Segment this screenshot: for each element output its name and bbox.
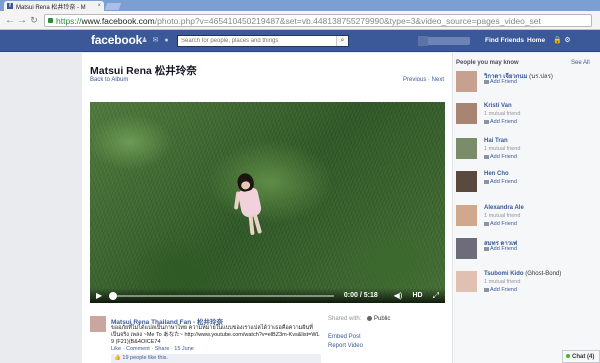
add-friend-icon — [484, 221, 489, 226]
list-item: สมทร ดาวเพ่ Add Friend — [456, 238, 596, 266]
list-item: Alexandra Ale 1 mutual friend Add Friend — [456, 205, 596, 233]
seek-knob[interactable] — [108, 291, 117, 300]
reload-icon[interactable]: ↻ — [28, 15, 40, 26]
facebook-top-bar: facebook ♟ ✉ ● ⌕ Find Friends Home 🔒 ⚙ — [0, 30, 600, 52]
person-name[interactable]: Hai Tran — [484, 138, 508, 144]
pymk-title: People you may know — [456, 60, 519, 66]
friend-requests-icon[interactable]: ♟ — [141, 37, 148, 44]
post-actions[interactable]: Like · Comment · Share · 15 June — [111, 346, 194, 352]
add-friend-icon — [484, 246, 489, 251]
volume-icon[interactable]: ◀) — [394, 291, 406, 300]
facebook-logo[interactable]: facebook — [91, 33, 142, 47]
video-player[interactable]: ▶ 0:00 / 5:18 ◀) HD ⤢ — [90, 102, 445, 303]
search-icon[interactable]: ⌕ — [336, 36, 348, 46]
add-friend-button[interactable]: Add Friend — [484, 179, 517, 185]
avatar[interactable] — [456, 103, 477, 124]
avatar[interactable] — [456, 271, 477, 292]
hd-toggle[interactable]: HD — [412, 292, 422, 299]
add-friend-icon — [484, 154, 489, 159]
notifications-icon[interactable]: ● — [163, 37, 170, 44]
person-name[interactable]: Tsubomi Kido (Ghost-Bond) — [484, 271, 561, 277]
mutual-friends[interactable]: 1 mutual friend — [484, 279, 520, 285]
avatar[interactable] — [456, 238, 477, 259]
avatar[interactable] — [456, 171, 477, 192]
video-controls: ▶ 0:00 / 5:18 ◀) HD ⤢ — [90, 288, 445, 303]
embed-post-link[interactable]: Embed Post — [328, 334, 361, 340]
fullscreen-icon[interactable]: ⤢ — [433, 291, 439, 301]
previous-next-links[interactable]: Previous · Next — [403, 77, 444, 83]
globe-icon — [367, 316, 372, 321]
facebook-favicon-icon: f — [7, 3, 13, 9]
search-input[interactable] — [178, 38, 336, 44]
person-name[interactable]: Kristi Van — [484, 103, 512, 109]
tab-title: Matsui Rena 松井玲奈 - M — [16, 4, 86, 11]
add-friend-button[interactable]: Add Friend — [484, 154, 517, 160]
add-friend-icon — [484, 179, 489, 184]
back-arrow-icon[interactable]: ← — [4, 15, 16, 26]
lock-icon — [48, 18, 53, 23]
likes-count[interactable]: 👍 19 people like this. — [111, 354, 321, 363]
people-you-may-know: People you may know See All วิกาดา เจียว… — [452, 53, 600, 363]
play-icon[interactable]: ▶ — [96, 291, 106, 300]
messages-icon[interactable]: ✉ — [152, 37, 159, 44]
mutual-friends[interactable]: 1 mutual friend — [484, 146, 520, 152]
photo-viewer: Matsui Rena 松井玲奈 Back to Album Previous … — [82, 53, 452, 363]
list-item: Hen Cho Add Friend — [456, 171, 596, 199]
tab-close-icon[interactable]: × — [97, 3, 101, 9]
see-all-link[interactable]: See All — [571, 60, 590, 66]
audience-public[interactable]: Public — [367, 316, 390, 322]
add-friend-button[interactable]: Add Friend — [484, 221, 517, 227]
search-box: ⌕ — [177, 35, 349, 47]
avatar[interactable] — [456, 205, 477, 226]
shared-with-label: Shared with: — [328, 316, 362, 322]
online-dot-icon — [566, 354, 570, 358]
mutual-friends[interactable]: 1 mutual friend — [484, 111, 520, 117]
add-friend-icon — [484, 119, 489, 124]
address-bar[interactable]: https://www.facebook.com/photo.php?v=465… — [44, 14, 592, 27]
add-friend-icon — [484, 287, 489, 292]
avatar[interactable] — [90, 316, 106, 332]
browser-toolbar: ← → ↻ https://www.facebook.com/photo.php… — [0, 11, 600, 30]
account-settings-icon[interactable]: ⚙ — [564, 37, 571, 44]
add-friend-button[interactable]: Add Friend — [484, 246, 517, 252]
browser-tabstrip: f Matsui Rena 松井玲奈 - M × — [0, 0, 600, 11]
add-friend-icon — [484, 79, 489, 84]
add-friend-button[interactable]: Add Friend — [484, 119, 517, 125]
list-item: Kristi Van 1 mutual friend Add Friend — [456, 103, 596, 131]
privacy-shortcuts-icon[interactable]: 🔒 — [553, 37, 562, 44]
avatar[interactable] — [456, 138, 477, 159]
video-time: 0:00 / 5:18 — [343, 292, 378, 299]
avatar[interactable] — [456, 71, 477, 92]
add-friend-button[interactable]: Add Friend — [484, 287, 517, 293]
new-tab-button[interactable] — [104, 3, 122, 10]
list-item: Hai Tran 1 mutual friend Add Friend — [456, 138, 596, 166]
report-video-link[interactable]: Report Video — [328, 343, 363, 349]
seek-bar[interactable] — [108, 291, 334, 300]
list-item: วิกาดา เจียวกนม (นร.ปลร) Add Friend — [456, 71, 596, 99]
chat-button[interactable]: Chat (4) — [562, 350, 600, 363]
mutual-friends[interactable]: 1 mutual friend — [484, 213, 520, 219]
add-friend-button[interactable]: Add Friend — [484, 79, 517, 85]
browser-tab[interactable]: f Matsui Rena 松井玲奈 - M × — [4, 1, 104, 11]
url-text: https://www.facebook.com/photo.php?v=465… — [56, 15, 541, 26]
avatar[interactable] — [418, 36, 428, 46]
find-friends-link[interactable]: Find Friends — [485, 37, 524, 44]
post-text: ขออภัยที่ไม่ได้แปลเป็นภาษาไทย ความหมายใน… — [111, 325, 320, 345]
person-name[interactable]: Hen Cho — [484, 171, 509, 177]
list-item: Tsubomi Kido (Ghost-Bond) 1 mutual frien… — [456, 271, 596, 299]
home-link[interactable]: Home — [527, 37, 545, 44]
page-title: Matsui Rena 松井玲奈 — [90, 65, 197, 77]
forward-arrow-icon[interactable]: → — [16, 15, 28, 26]
person-name[interactable]: Alexandra Ale — [484, 205, 524, 211]
back-to-album-link[interactable]: Back to Album — [90, 77, 128, 83]
